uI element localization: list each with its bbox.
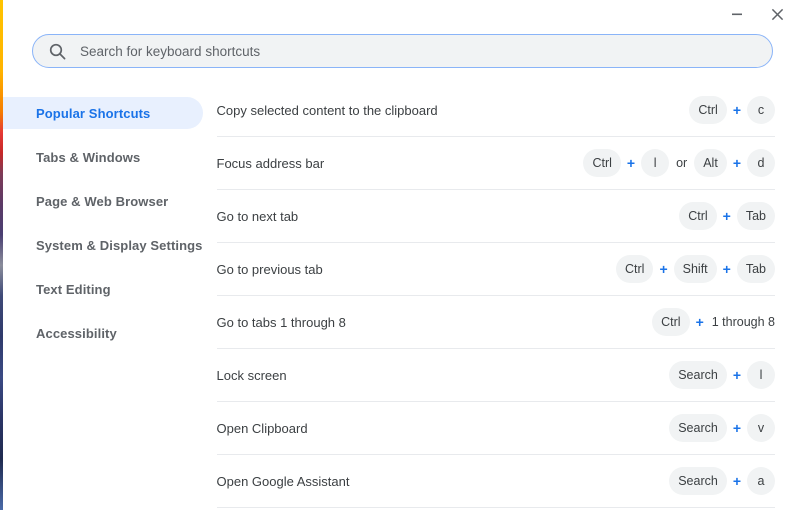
desktop-wallpaper-edge [0,0,3,510]
key-chip[interactable]: d [747,149,775,177]
plus-separator: + [659,261,668,277]
shortcut-keys: Ctrl + l or Alt + d [583,149,775,177]
shortcut-list: Copy selected content to the clipboard Ct… [203,84,799,510]
or-separator: or [676,156,688,170]
key-chip[interactable]: l [641,149,670,177]
key-chip[interactable]: Ctrl [616,255,654,283]
category-sidebar: Popular Shortcuts Tabs & Windows Page & We… [3,84,203,510]
shortcut-description: Go to previous tab [216,261,323,277]
shortcut-description: Copy selected content to the clipboard [216,102,438,118]
close-icon [771,8,784,21]
key-chip[interactable]: l [747,361,775,389]
plus-separator: + [626,155,636,171]
shortcut-keys: Ctrl + c [689,96,775,124]
key-range-text: 1 through 8 [711,315,775,329]
sidebar-item-label: Tabs & Windows [36,149,141,165]
sidebar-item-accessibility[interactable]: Accessibility [3,317,203,349]
content-area: Popular Shortcuts Tabs & Windows Page & We… [3,84,799,510]
shortcut-row: Go to next tab Ctrl + Tab [216,190,775,243]
key-chip[interactable]: Alt [694,149,727,177]
plus-separator: + [722,208,731,224]
shortcut-keys: Ctrl +1 through 8 [652,308,775,336]
shortcut-description: Go to next tab [216,208,299,224]
shortcut-row: Copy selected content to the clipboard Ct… [216,84,775,137]
keyboard-shortcuts-window: Popular Shortcuts Tabs & Windows Page & We… [3,0,799,510]
shortcut-keys: Search + a [669,467,775,495]
close-button[interactable] [757,0,797,28]
search-box[interactable] [32,34,773,68]
search-input[interactable] [80,35,758,67]
sidebar-item-label: Text Editing [36,281,111,297]
key-chip[interactable]: Ctrl [689,96,727,124]
key-chip[interactable]: Search [669,414,727,442]
shortcut-row: Go to previous tab Ctrl + Shift + Tab [216,243,775,296]
key-chip[interactable]: a [747,467,775,495]
minimize-button[interactable] [717,0,757,28]
key-chip[interactable]: Tab [736,255,775,283]
sidebar-item-text-editing[interactable]: Text Editing [3,273,203,305]
shortcut-description: Open Google Assistant [216,473,350,489]
key-chip[interactable]: Search [669,467,727,495]
sidebar-item-system-display-settings[interactable]: System & Display Settings [3,229,203,261]
shortcut-keys: Search + l [669,361,775,389]
shortcut-description: Lock screen [216,367,287,383]
key-chip[interactable]: Ctrl [583,149,621,177]
key-chip[interactable]: Ctrl [679,202,717,230]
minimize-icon [731,8,743,20]
key-chip[interactable]: Shift [673,255,717,283]
key-chip[interactable]: Search [669,361,727,389]
sidebar-item-label: Popular Shortcuts [36,105,151,121]
shortcut-keys: Ctrl + Shift + Tab [616,255,775,283]
key-chip[interactable]: c [747,96,775,124]
key-chip[interactable]: v [747,414,775,442]
search-icon [47,41,67,61]
plus-separator: + [732,367,741,383]
plus-separator: + [695,314,704,330]
sidebar-item-label: Accessibility [36,325,117,341]
shortcut-description: Focus address bar [216,155,325,171]
shortcut-row: Lock screen Search + l [216,349,775,402]
shortcut-description: Open Clipboard [216,420,308,436]
title-bar [3,0,799,28]
shortcut-row: Focus address bar Ctrl + l or Alt + d [216,137,775,190]
plus-separator: + [732,155,741,171]
sidebar-item-label: Page & Web Browser [36,193,169,209]
plus-separator: + [732,473,741,489]
plus-separator: + [732,102,741,118]
plus-separator: + [722,261,731,277]
shortcut-row: Go to tabs 1 through 8 Ctrl +1 through 8 [216,296,775,349]
key-chip[interactable]: Ctrl [652,308,690,336]
plus-separator: + [732,420,741,436]
search-region [3,28,799,84]
sidebar-item-tabs-windows[interactable]: Tabs & Windows [3,141,203,173]
sidebar-item-page-web-browser[interactable]: Page & Web Browser [3,185,203,217]
shortcut-keys: Ctrl + Tab [679,202,775,230]
sidebar-item-popular-shortcuts[interactable]: Popular Shortcuts [3,97,203,129]
shortcut-description: Go to tabs 1 through 8 [216,314,346,330]
shortcut-row: Open Google Assistant Search + a [216,455,775,508]
key-chip[interactable]: Tab [736,202,775,230]
sidebar-item-label: System & Display Settings [36,237,203,253]
shortcut-row: Open Clipboard Search + v [216,402,775,455]
shortcut-keys: Search + v [669,414,775,442]
